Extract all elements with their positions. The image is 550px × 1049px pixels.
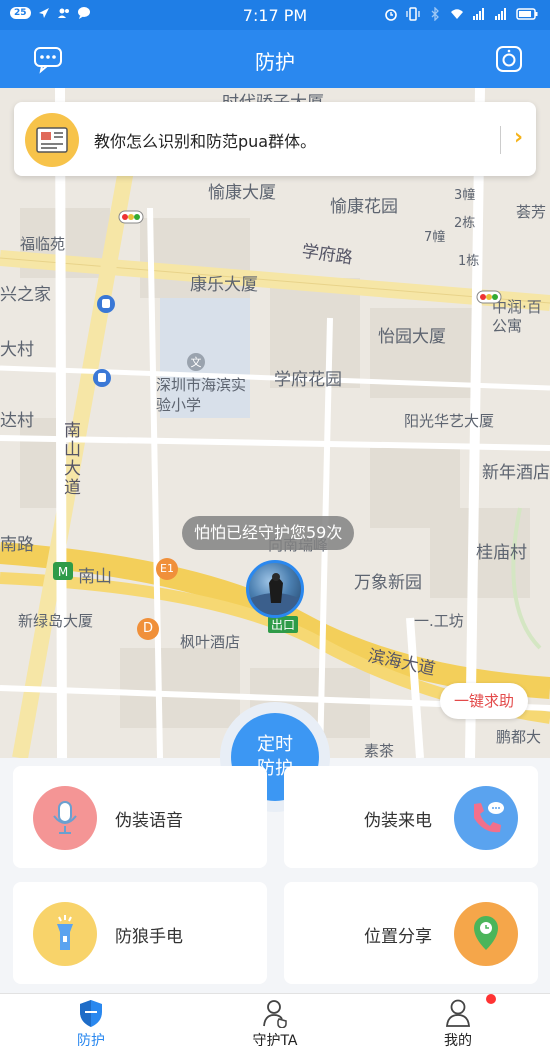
vibrate-icon [406,7,420,21]
map-label: 南路 [0,535,34,555]
card-fake-voice[interactable]: 伪装语音 [13,766,267,868]
map-label: D [137,618,159,640]
map-label: 深圳市海滨实验小学 [156,376,247,414]
card-flashlight[interactable]: 防狼手电 [13,882,267,984]
status-right-icons [384,7,538,21]
tip-banner[interactable]: 教你怎么识别和防范pua群体。 › [14,102,536,176]
map-label: 3幢 [454,188,476,203]
bus-stop-icon [93,369,111,387]
map-label: 愉康大厦 [208,183,276,203]
tab-guard-label: 守护TA [252,1033,298,1049]
card-fake-call[interactable]: 伪装来电 [284,766,538,868]
svg-text:文: 文 [191,355,202,369]
map-label: 一.工坊 [414,612,464,630]
map-label: 康乐大厦 [190,275,258,295]
guard-person-icon [263,1000,287,1028]
map-label: 7幢 [424,230,446,245]
protection-count-toast: 怕怕已经守护您59次 [182,516,355,550]
flashlight-icon [33,902,97,966]
app-header: 防护 [0,30,550,88]
bus-stop-icon [97,295,115,313]
tab-protect-label: 防护 [77,1033,105,1049]
map-label: 出口 [268,616,299,633]
status-bar: 25 7:17 PM [0,0,550,30]
timer-line-1: 定时 [257,734,293,755]
map-view[interactable]: 时代骄子大厦 愉康大厦 愉康花园 福临苑 学府路 康乐大厦 兴之家 大村 中润·… [0,88,550,758]
map-label: 南山 [78,567,112,587]
chevron-right-icon[interactable]: › [514,125,523,150]
tab-guard[interactable]: 守护TA [225,994,325,1049]
map-label: 2栋 [454,216,476,231]
card-label: 伪装语音 [115,811,183,831]
traffic-light-icon [476,290,502,304]
school-marker-icon: 文 [187,353,205,371]
map-label: 学府花园 [274,370,342,390]
microphone-icon [33,786,97,850]
phone-icon [454,786,518,850]
card-label: 防狼手电 [115,927,183,947]
card-label: 位置分享 [364,927,432,947]
map-label: 南山大道 [64,421,81,498]
map-label: 枫叶酒店 [180,633,241,651]
map-label: 荟芳 [516,203,547,221]
avatar-photo-icon [249,573,301,615]
user-avatar-marker[interactable] [246,560,304,618]
tab-protect[interactable]: 防护 [41,994,141,1049]
bluetooth-icon [431,7,439,21]
bottom-nav: 防护 守护TA 我的 [0,993,550,1049]
signal-icon [473,8,484,20]
map-label: 兴之家 [0,285,51,305]
sos-button[interactable]: 一键求助 [440,683,528,719]
alarm-icon [385,9,397,21]
map-label: 达村 [0,411,34,431]
tip-banner-text: 教你怎么识别和防范pua群体。 [94,132,317,151]
map-label: 福临苑 [20,235,66,253]
shield-icon [80,1000,102,1027]
page-title: 防护 [255,50,295,74]
newspaper-icon [25,113,79,167]
profile-icon [446,999,470,1027]
traffic-light-icon [118,210,144,224]
map-label: 鹏都大 [496,728,542,746]
map-label: 新绿岛大厦 [18,612,94,630]
map-label: 怡园大厦 [378,327,446,347]
map-label: 愉康花园 [330,197,398,217]
map-label: 大村 [0,340,34,360]
notification-dot [486,994,496,1004]
map-label: 桂庙村 [476,543,527,563]
device-icon[interactable] [493,43,525,75]
battery-icon [516,8,538,20]
map-label: 素茶 [364,742,395,758]
map-label: 1栋 [458,254,480,269]
tab-mine-label: 我的 [444,1033,472,1049]
card-label: 伪装来电 [364,811,432,831]
banner-divider [500,126,501,154]
svg-text:M: M [58,565,68,579]
map-label: 万象新园 [354,573,422,593]
card-location-share[interactable]: 位置分享 [284,882,538,984]
map-label: E1 [156,558,178,580]
metro-station-icon: M [53,562,73,580]
map-label: 新年酒店 [482,463,550,483]
map-label: 阳光华艺大厦 [404,412,495,430]
signal-icon-2 [495,8,506,20]
wifi-icon [451,9,463,19]
location-share-icon [454,902,518,966]
